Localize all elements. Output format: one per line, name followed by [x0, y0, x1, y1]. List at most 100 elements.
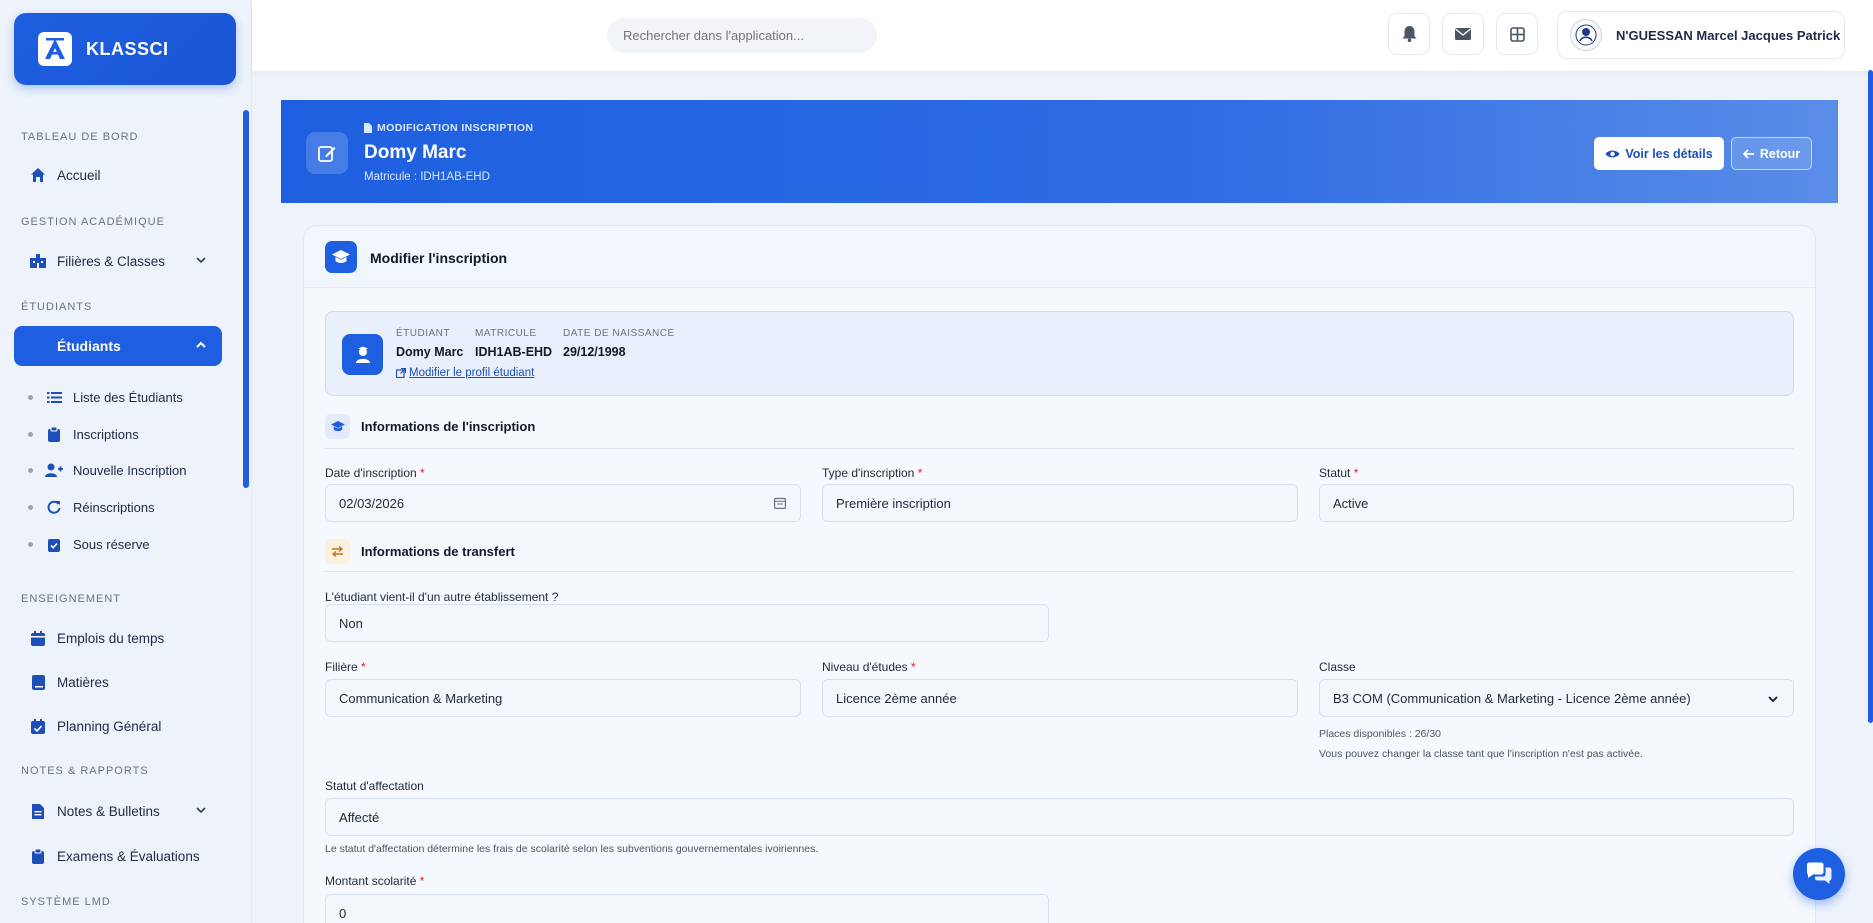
- sidebar-item-home[interactable]: Accueil: [28, 165, 101, 185]
- places-hint: Places disponibles : 26/30: [1319, 728, 1441, 740]
- view-details-button[interactable]: Voir les détails: [1594, 137, 1724, 170]
- edit-icon: [306, 132, 348, 174]
- sidebar-subitem-new[interactable]: Nouvelle Inscription: [28, 461, 186, 479]
- edit-inscription-card: Modifier l'inscription ÉTUDIANT MATRICUL…: [303, 225, 1816, 923]
- user-name: N'GUESSAN Marcel Jacques Patrick: [1616, 27, 1841, 43]
- bell-icon: [1402, 26, 1416, 42]
- list-icon: [45, 388, 63, 406]
- sidebar-item-exams[interactable]: Examens & Évaluations: [28, 846, 200, 866]
- transfer-label: L'étudiant vient-il d'un autre établisse…: [325, 590, 559, 604]
- classe-select[interactable]: B3 COM (Communication & Marketing - Lice…: [1319, 679, 1794, 717]
- section-students: ÉTUDIANTS: [21, 301, 93, 313]
- class-change-hint: Vous pouvez changer la classe tant que l…: [1319, 748, 1643, 760]
- page-banner: MODIFICATION INSCRIPTION Domy Marc Matri…: [281, 100, 1838, 203]
- chevron-up-icon[interactable]: [194, 338, 208, 355]
- notifications-button[interactable]: [1388, 13, 1430, 55]
- card-title: Modifier l'inscription: [370, 250, 508, 266]
- matricule-label: MATRICULE: [475, 328, 537, 339]
- birth-label: DATE DE NAISSANCE: [563, 328, 675, 339]
- montant-input[interactable]: 0: [325, 894, 1049, 923]
- clipboard-check-icon: [45, 535, 63, 553]
- transfer-select[interactable]: Non: [325, 604, 1049, 642]
- sidebar-item-subjects[interactable]: Matières: [28, 672, 109, 692]
- section-transfer-title: Informations de transfert: [325, 539, 515, 564]
- back-button[interactable]: Retour: [1731, 137, 1812, 170]
- student-name: Domy Marc: [396, 345, 464, 359]
- eye-icon: [1605, 150, 1620, 157]
- student-icon: [342, 334, 383, 375]
- brand-name: KLASSCI: [86, 38, 169, 59]
- user-plus-icon: [45, 461, 63, 479]
- comments-icon: [1807, 862, 1832, 884]
- sidebar-item-notes[interactable]: Notes & Bulletins: [28, 801, 218, 821]
- file-icon: [364, 123, 372, 133]
- date-label: Date d'inscription *: [325, 466, 425, 480]
- external-link-icon: [396, 368, 406, 378]
- section-teaching: ENSEIGNEMENT: [21, 593, 122, 605]
- refresh-icon: [45, 498, 63, 516]
- clipboard-icon: [28, 846, 48, 866]
- edit-student-profile-link[interactable]: Modifier le profil étudiant: [396, 367, 534, 379]
- date-input[interactable]: 02/03/2026: [325, 484, 801, 522]
- section-academic: GESTION ACADÉMIQUE: [21, 216, 165, 228]
- type-label: Type d'inscription *: [822, 466, 923, 480]
- page-title: Domy Marc: [364, 142, 467, 163]
- sidebar-item-label: Accueil: [57, 167, 101, 183]
- student-matricule: IDH1AB-EHD: [475, 345, 553, 359]
- affect-select[interactable]: Affecté: [325, 798, 1794, 836]
- banner-kicker: MODIFICATION INSCRIPTION: [364, 122, 533, 134]
- section-inscription-title: Informations de l'inscription: [325, 414, 535, 439]
- brand-logo-area[interactable]: KLASSCI: [14, 13, 236, 85]
- arrow-left-icon: [1742, 148, 1754, 159]
- banner-matricule: Matricule : IDH1AB-EHD: [364, 171, 490, 183]
- type-select[interactable]: Première inscription: [822, 484, 1298, 522]
- search-input[interactable]: [607, 18, 877, 53]
- user-menu[interactable]: N'GUESSAN Marcel Jacques Patrick: [1557, 11, 1845, 59]
- klassci-logo-icon: [38, 32, 72, 66]
- sidebar-item-planning[interactable]: Planning Général: [28, 716, 161, 736]
- status-select[interactable]: Active: [1319, 484, 1794, 522]
- chevron-down-icon[interactable]: [1767, 693, 1779, 708]
- sidebar-item-filieres[interactable]: Filières & Classes: [28, 251, 218, 271]
- sidebar-item-students[interactable]: Étudiants: [14, 326, 222, 366]
- page-scrollbar[interactable]: [1868, 70, 1873, 723]
- file-icon: [28, 801, 48, 821]
- card-header: Modifier l'inscription: [304, 226, 1815, 288]
- clipboard-icon: [45, 425, 63, 443]
- filiere-select[interactable]: Communication & Marketing: [325, 679, 801, 717]
- sidebar-item-label: Étudiants: [57, 338, 121, 354]
- sidebar-scrollbar[interactable]: [243, 110, 249, 488]
- sidebar-subitem-reserve[interactable]: Sous réserve: [28, 535, 150, 553]
- montant-label: Montant scolarité *: [325, 874, 425, 888]
- sidebar-subitem-inscriptions[interactable]: Inscriptions: [28, 425, 139, 443]
- grid-icon: [1509, 26, 1525, 42]
- niveau-label: Niveau d'études *: [822, 660, 916, 674]
- graduation-cap-icon: [325, 414, 350, 439]
- envelope-icon: [1455, 28, 1471, 40]
- chevron-down-icon[interactable]: [195, 254, 207, 269]
- affect-label: Statut d'affectation: [325, 779, 424, 793]
- calendar-check-icon: [28, 716, 48, 736]
- chat-button[interactable]: [1793, 848, 1845, 900]
- sidebar-item-label: Filières & Classes: [57, 253, 166, 269]
- status-label: Statut *: [1319, 466, 1359, 480]
- sidebar-subitem-reinscriptions[interactable]: Réinscriptions: [28, 498, 155, 516]
- exchange-icon: [325, 539, 350, 564]
- chevron-down-icon[interactable]: [195, 804, 207, 819]
- niveau-select[interactable]: Licence 2ème année: [822, 679, 1298, 717]
- student-label: ÉTUDIANT: [396, 328, 450, 339]
- section-dashboard: TABLEAU DE BORD: [21, 131, 139, 143]
- apps-grid-button[interactable]: [1496, 13, 1538, 55]
- sidebar-subitem-list[interactable]: Liste des Étudiants: [28, 388, 183, 406]
- sidebar-item-schedule[interactable]: Emplois du temps: [28, 628, 164, 648]
- affect-hint: Le statut d'affectation détermine les fr…: [325, 843, 819, 855]
- calendar-icon[interactable]: [774, 497, 787, 512]
- calendar-icon: [28, 628, 48, 648]
- filiere-label: Filière *: [325, 660, 366, 674]
- top-header: N'GUESSAN Marcel Jacques Patrick: [252, 0, 1873, 71]
- home-icon: [28, 165, 48, 185]
- classe-label: Classe: [1319, 660, 1356, 674]
- sidebar: KLASSCI TABLEAU DE BORD Accueil GESTION …: [0, 0, 252, 923]
- student-birthdate: 29/12/1998: [563, 345, 626, 359]
- messages-button[interactable]: [1442, 13, 1484, 55]
